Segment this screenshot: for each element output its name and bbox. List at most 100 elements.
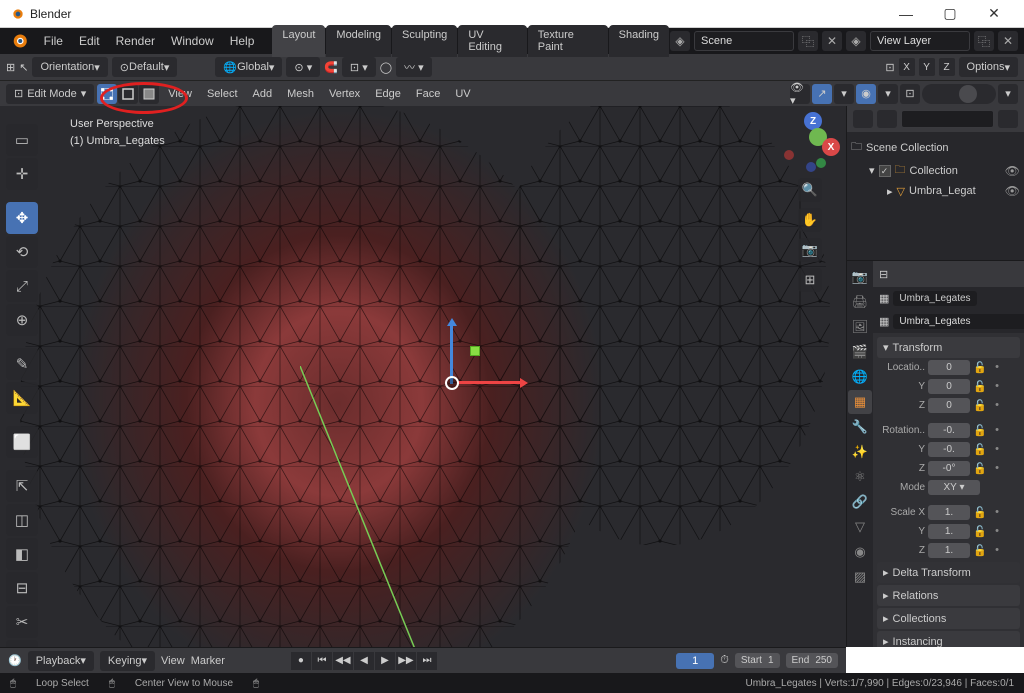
loop-cut-tool[interactable]: ⊟ (6, 572, 38, 604)
bevel-tool[interactable]: ◧ (6, 538, 38, 570)
properties-editor-icon[interactable]: ⊟ (879, 268, 888, 281)
close-button[interactable]: ✕ (972, 1, 1016, 27)
gizmo-neg-x[interactable] (784, 150, 794, 160)
options-dropdown[interactable]: Options ▾ (959, 57, 1018, 77)
jump-start-button[interactable]: ⏮ (312, 652, 332, 670)
mode-selector[interactable]: ⊡ Edit Mode ▾ (6, 84, 94, 104)
solid-shading[interactable] (941, 85, 959, 103)
play-button[interactable]: ▶ (375, 652, 395, 670)
lock-icon[interactable]: 🔓 (973, 544, 987, 558)
prop-tab-data[interactable]: ▽ (848, 515, 872, 539)
relations-panel-header[interactable]: ▸ Relations (877, 585, 1020, 606)
collections-panel-header[interactable]: ▸ Collections (877, 608, 1020, 629)
maximize-button[interactable]: ▢ (928, 1, 972, 27)
menu-edge[interactable]: Edge (369, 88, 407, 100)
rotate-tool[interactable]: ⟲ (6, 236, 38, 268)
gizmo-neg-z[interactable] (806, 162, 816, 172)
menu-mesh[interactable]: Mesh (281, 88, 320, 100)
3d-viewport[interactable]: User Perspective (1) Umbra_Legates ▭ ✛ ✥… (0, 106, 846, 647)
lock-icon[interactable]: 🔓 (973, 506, 987, 520)
jump-end-button[interactable]: ⏭ (417, 652, 437, 670)
outliner-scene-collection[interactable]: 🗀 Scene Collection (851, 136, 1020, 159)
lock-icon[interactable]: 🔓 (973, 424, 987, 438)
scene-copy-icon[interactable]: ⿻ (798, 31, 818, 51)
material-shading[interactable] (959, 85, 977, 103)
rendered-shading[interactable] (977, 85, 995, 103)
proportional-falloff-dropdown[interactable]: 〰 ▾ (396, 57, 432, 77)
outliner-filter-icon[interactable] (998, 110, 1018, 128)
tab-shading[interactable]: Shading (609, 25, 669, 57)
scene-delete-icon[interactable]: ✕ (822, 31, 842, 51)
lock-icon[interactable]: 🔓 (973, 380, 987, 394)
gizmo-dropdown-icon[interactable]: ▾ (834, 84, 854, 104)
camera-view-icon[interactable]: 📷 (798, 238, 822, 262)
snap-dropdown[interactable]: ⊙ ▾ (286, 57, 320, 77)
add-cube-tool[interactable]: ⬜ (6, 426, 38, 458)
timeline-editor-icon[interactable]: 🕐 (8, 654, 22, 667)
tab-uv-editing[interactable]: UV Editing (458, 25, 526, 57)
menu-face[interactable]: Face (410, 88, 446, 100)
lock-icon[interactable]: 🔓 (973, 462, 987, 476)
prop-tab-output[interactable]: 🖨 (848, 290, 872, 314)
prop-tab-material[interactable]: ◉ (848, 540, 872, 564)
prop-tab-world[interactable]: 🌐 (848, 365, 872, 389)
tab-layout[interactable]: Layout (272, 25, 325, 57)
menu-vertex[interactable]: Vertex (323, 88, 366, 100)
instancing-panel-header[interactable]: ▸ Instancing (877, 631, 1020, 647)
auto-key-button[interactable]: ● (291, 652, 311, 670)
orientation-dropdown[interactable]: Orientation ▾ (32, 57, 107, 77)
frame-end-input[interactable]: End250 (786, 653, 838, 668)
wireframe-shading[interactable] (923, 85, 941, 103)
visibility-dropdown-icon[interactable]: 👁 ▾ (790, 84, 810, 104)
scale-tool[interactable]: ⤢ (6, 270, 38, 302)
menu-uv[interactable]: UV (449, 88, 476, 100)
scale-y-input[interactable]: 1. (928, 524, 970, 539)
editor-type-icon[interactable]: ⊞ (6, 61, 15, 74)
cursor-tool[interactable]: ✛ (6, 158, 38, 190)
lock-icon[interactable]: 🔓 (973, 361, 987, 375)
keying-dropdown[interactable]: Keying ▾ (100, 651, 155, 671)
outliner-collection[interactable]: ▾ 🗀 Collection 👁 (851, 159, 1020, 182)
current-frame-input[interactable]: 1 (676, 653, 714, 669)
viewlayer-copy-icon[interactable]: ⿻ (974, 31, 994, 51)
outliner-editor-icon[interactable] (853, 110, 873, 128)
breadcrumb-object[interactable]: Umbra_Legates (893, 291, 976, 306)
overlay-dropdown-icon[interactable]: ▾ (878, 84, 898, 104)
prop-tab-viewlayer[interactable]: 🖼 (848, 315, 872, 339)
poly-build-tool[interactable]: ▱ (6, 640, 38, 647)
timeline-view-menu[interactable]: View (161, 655, 185, 667)
visibility-eye-icon[interactable]: 👁 (1005, 184, 1020, 198)
scene-browse-icon[interactable]: ◈ (670, 31, 690, 51)
transform-panel-header[interactable]: ▾ Transform (877, 337, 1020, 358)
prop-tab-texture[interactable]: ▨ (848, 565, 872, 589)
annotate-tool[interactable]: ✎ (6, 348, 38, 380)
location-z-input[interactable]: 0 (928, 398, 970, 413)
viewlayer-name-input[interactable] (870, 31, 970, 51)
gizmo-x-axis[interactable]: X (822, 138, 840, 156)
vertex-select-mode[interactable] (97, 84, 117, 104)
knife-tool[interactable]: ✂ (6, 606, 38, 638)
menu-edit[interactable]: Edit (71, 28, 108, 54)
menu-file[interactable]: File (36, 28, 71, 54)
playback-dropdown[interactable]: Playback ▾ (28, 651, 94, 671)
face-select-mode[interactable] (139, 84, 159, 104)
prop-tab-object[interactable]: ▦ (848, 390, 872, 414)
inset-tool[interactable]: ◫ (6, 504, 38, 536)
menu-view[interactable]: View (162, 88, 198, 100)
scene-name-input[interactable] (694, 31, 794, 51)
menu-select[interactable]: Select (201, 88, 244, 100)
pivot-dropdown[interactable]: ⊙ Default ▾ (112, 57, 178, 77)
keyframe-prev-button[interactable]: ◀◀ (333, 652, 353, 670)
lock-icon[interactable]: 🔓 (973, 443, 987, 457)
preview-range-icon[interactable]: ⏱ (720, 654, 729, 667)
lock-icon[interactable]: 🔓 (973, 399, 987, 413)
pan-viewport-icon[interactable]: ✋ (798, 208, 822, 232)
rotation-z-input[interactable]: -0° (928, 461, 970, 476)
frame-start-input[interactable]: Start1 (735, 653, 780, 668)
menu-window[interactable]: Window (163, 28, 222, 54)
prop-tab-scene[interactable]: 🎬 (848, 340, 872, 364)
gizmo-toggle-icon[interactable]: ↗ (812, 84, 832, 104)
axis-z-button[interactable]: Z (939, 58, 955, 76)
axis-y-button[interactable]: Y (919, 58, 935, 76)
gizmo-neg-y[interactable] (816, 158, 826, 168)
